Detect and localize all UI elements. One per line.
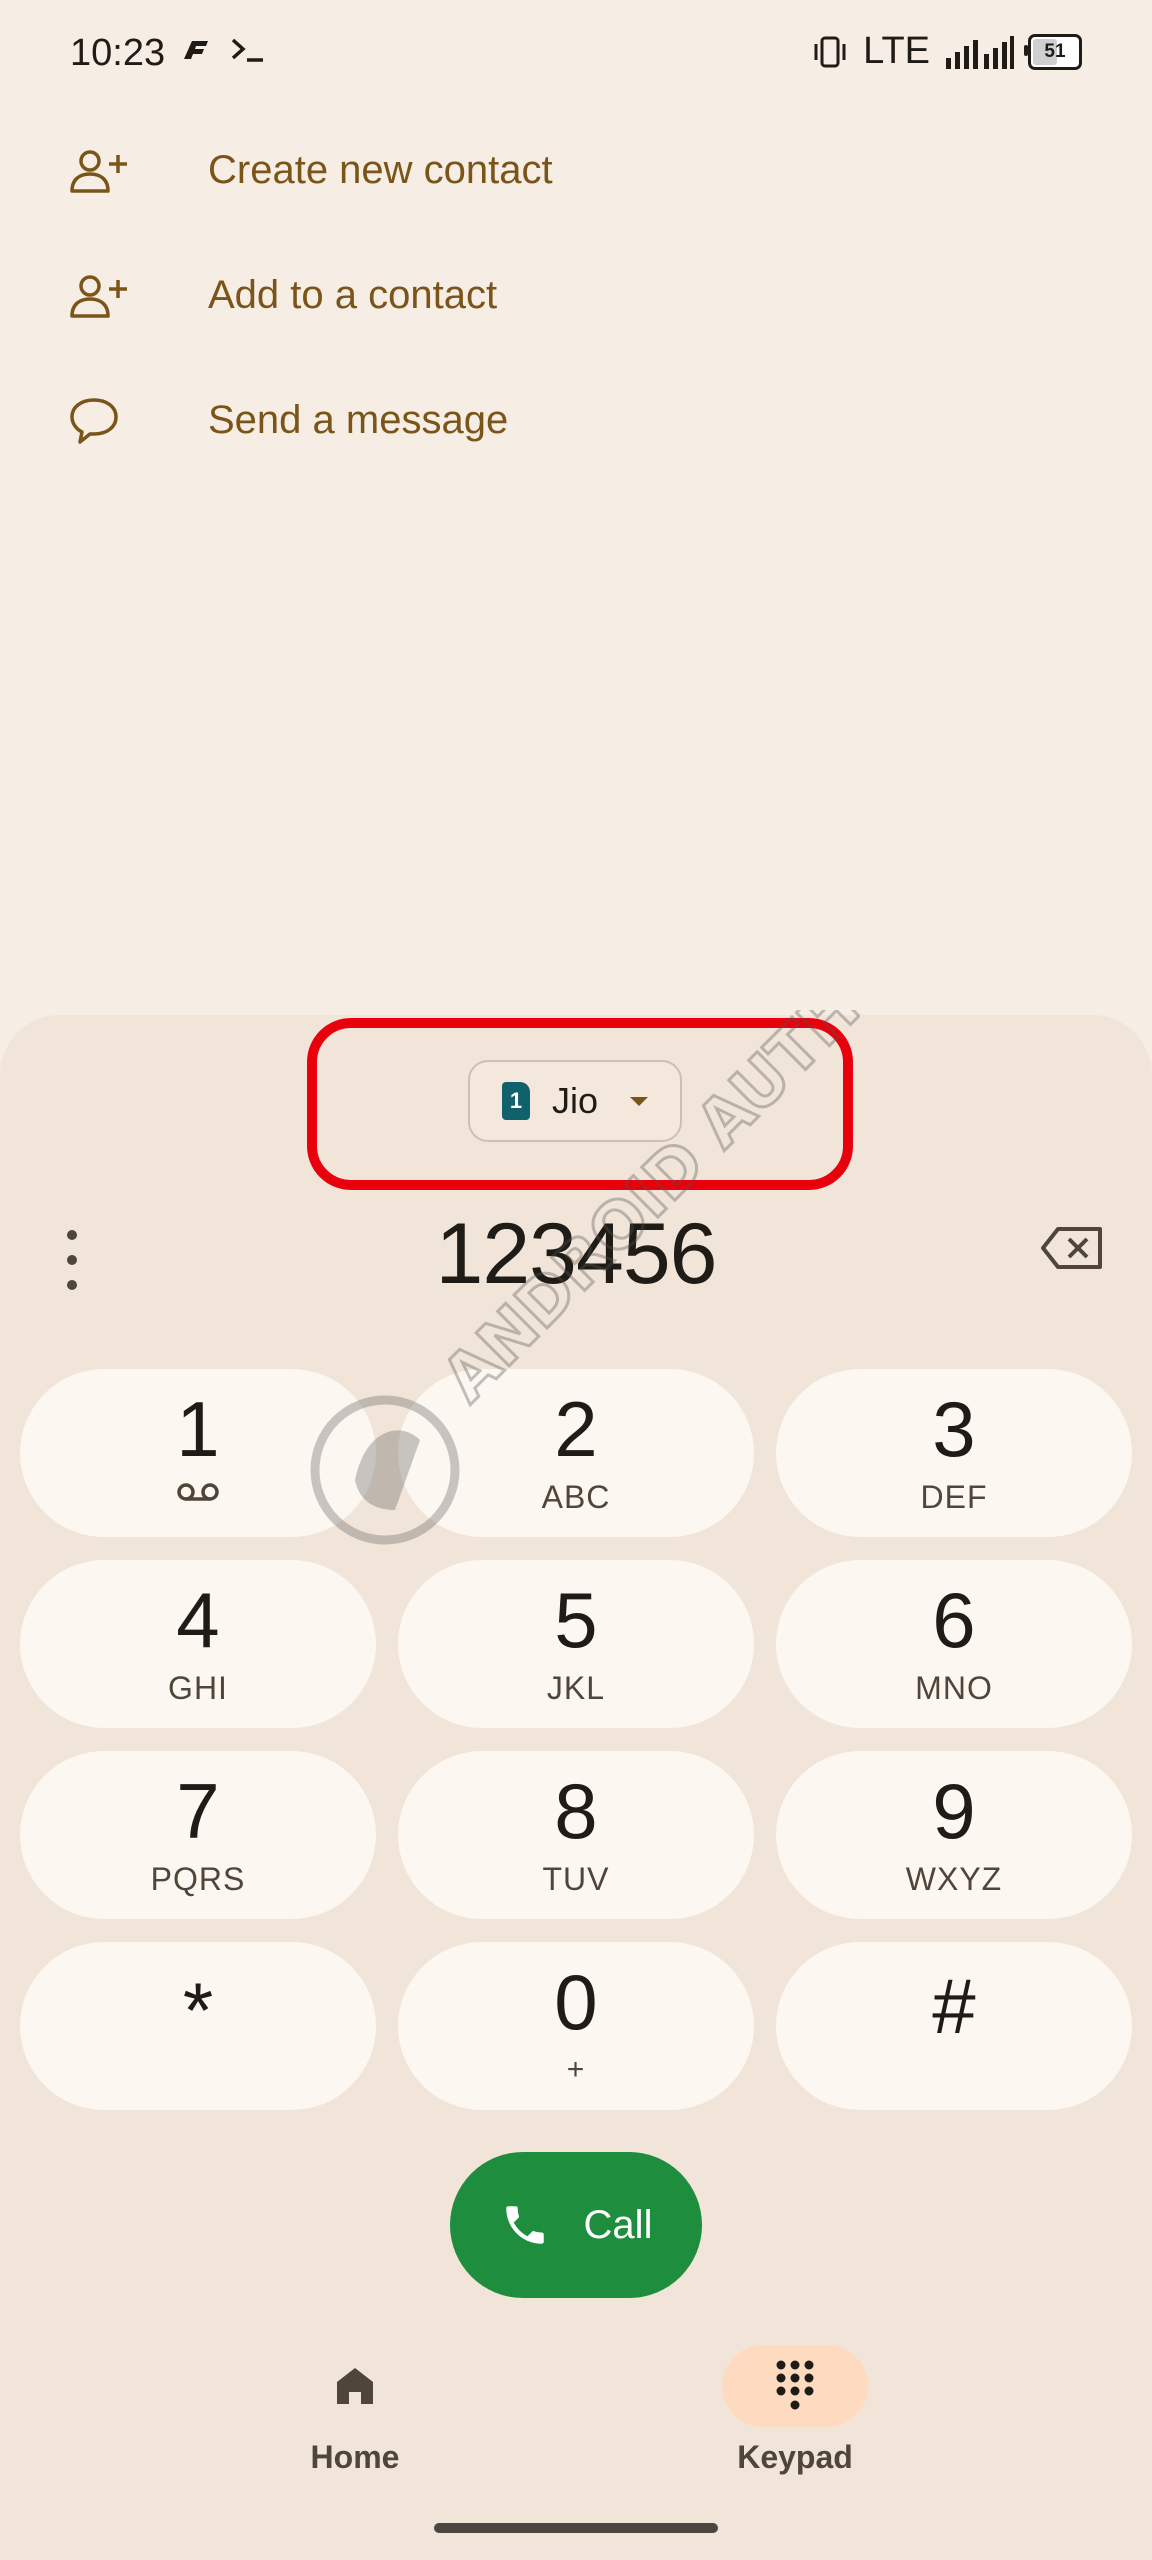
key-letters: ABC (541, 1479, 611, 1515)
key-digit: * (182, 1966, 214, 2054)
dialpad-icon (776, 2360, 814, 2410)
key-letters: DEF (920, 1479, 988, 1515)
battery-icon: 51 (1024, 33, 1082, 70)
key-letters: TUV (542, 1861, 610, 1897)
call-button[interactable]: Call (450, 2152, 702, 2298)
key-9[interactable]: 9 WXYZ (776, 1751, 1132, 1919)
key-digit: 8 (554, 1767, 598, 1855)
person-add-icon (68, 266, 178, 326)
add-to-contact[interactable]: Add to a contact (0, 233, 1152, 358)
message-icon (68, 391, 178, 451)
dialed-number: 123456 (435, 1206, 718, 1302)
status-right: LTE 51 (811, 30, 1082, 73)
key-digit: 9 (932, 1767, 976, 1855)
key-digit: 1 (176, 1385, 220, 1473)
key-letters: + (566, 2053, 586, 2086)
key-letters: GHI (168, 1670, 228, 1706)
terminal-icon (231, 38, 263, 62)
create-new-contact[interactable]: Create new contact (0, 108, 1152, 233)
signal-icon (946, 35, 1014, 69)
status-left-icons (180, 36, 266, 64)
key-1[interactable]: 1 (20, 1369, 376, 1537)
key-digit: 0 (554, 1958, 598, 2046)
call-label: Call (583, 2202, 653, 2247)
key-letters: WXYZ (905, 1861, 1003, 1897)
nav-home[interactable]: Home (225, 2345, 485, 2476)
nav-label: Home (310, 2439, 400, 2475)
key-digit: # (932, 1962, 976, 2050)
more-options-button[interactable] (52, 1230, 92, 1290)
key-0[interactable]: 0 + (398, 1942, 754, 2110)
highlight-annotation (307, 1018, 853, 1190)
backspace-button[interactable] (1040, 1225, 1110, 1285)
key-digit: 4 (176, 1576, 220, 1664)
key-7[interactable]: 7 PQRS (20, 1751, 376, 1919)
action-label: Add to a contact (208, 273, 498, 317)
key-2[interactable]: 2 ABC (398, 1369, 754, 1537)
home-icon (337, 2368, 373, 2404)
battery-level: 51 (1044, 40, 1066, 62)
key-digit: 3 (932, 1385, 976, 1473)
key-letters: JKL (546, 1670, 606, 1706)
backspace-icon (1041, 1227, 1102, 1269)
person-add-icon (68, 141, 178, 201)
status-time: 10:23 (70, 32, 166, 74)
send-a-message[interactable]: Send a message (0, 358, 1152, 483)
key-4[interactable]: 4 GHI (20, 1560, 376, 1728)
vibrate-icon (814, 36, 846, 67)
key-5[interactable]: 5 JKL (398, 1560, 754, 1728)
key-8[interactable]: 8 TUV (398, 1751, 754, 1919)
key-hash[interactable]: # (776, 1942, 1132, 2110)
key-letters: PQRS (150, 1861, 246, 1897)
gesture-bar (434, 2523, 718, 2533)
nav-label: Keypad (737, 2439, 853, 2475)
voicemail-icon (177, 1483, 219, 1501)
key-digit: 6 (932, 1576, 976, 1664)
key-digit: 7 (176, 1767, 220, 1855)
phone-icon (505, 2206, 544, 2244)
key-3[interactable]: 3 DEF (776, 1369, 1132, 1537)
key-digit: 5 (554, 1576, 598, 1664)
network-type: LTE (863, 30, 930, 72)
key-star[interactable]: * (20, 1942, 376, 2110)
fitness-app-icon (184, 41, 208, 59)
key-6[interactable]: 6 MNO (776, 1560, 1132, 1728)
action-label: Send a message (208, 398, 509, 442)
key-digit: 2 (554, 1385, 598, 1473)
action-label: Create new contact (208, 148, 553, 192)
nav-keypad[interactable]: Keypad (665, 2345, 925, 2476)
key-letters: MNO (915, 1670, 993, 1706)
